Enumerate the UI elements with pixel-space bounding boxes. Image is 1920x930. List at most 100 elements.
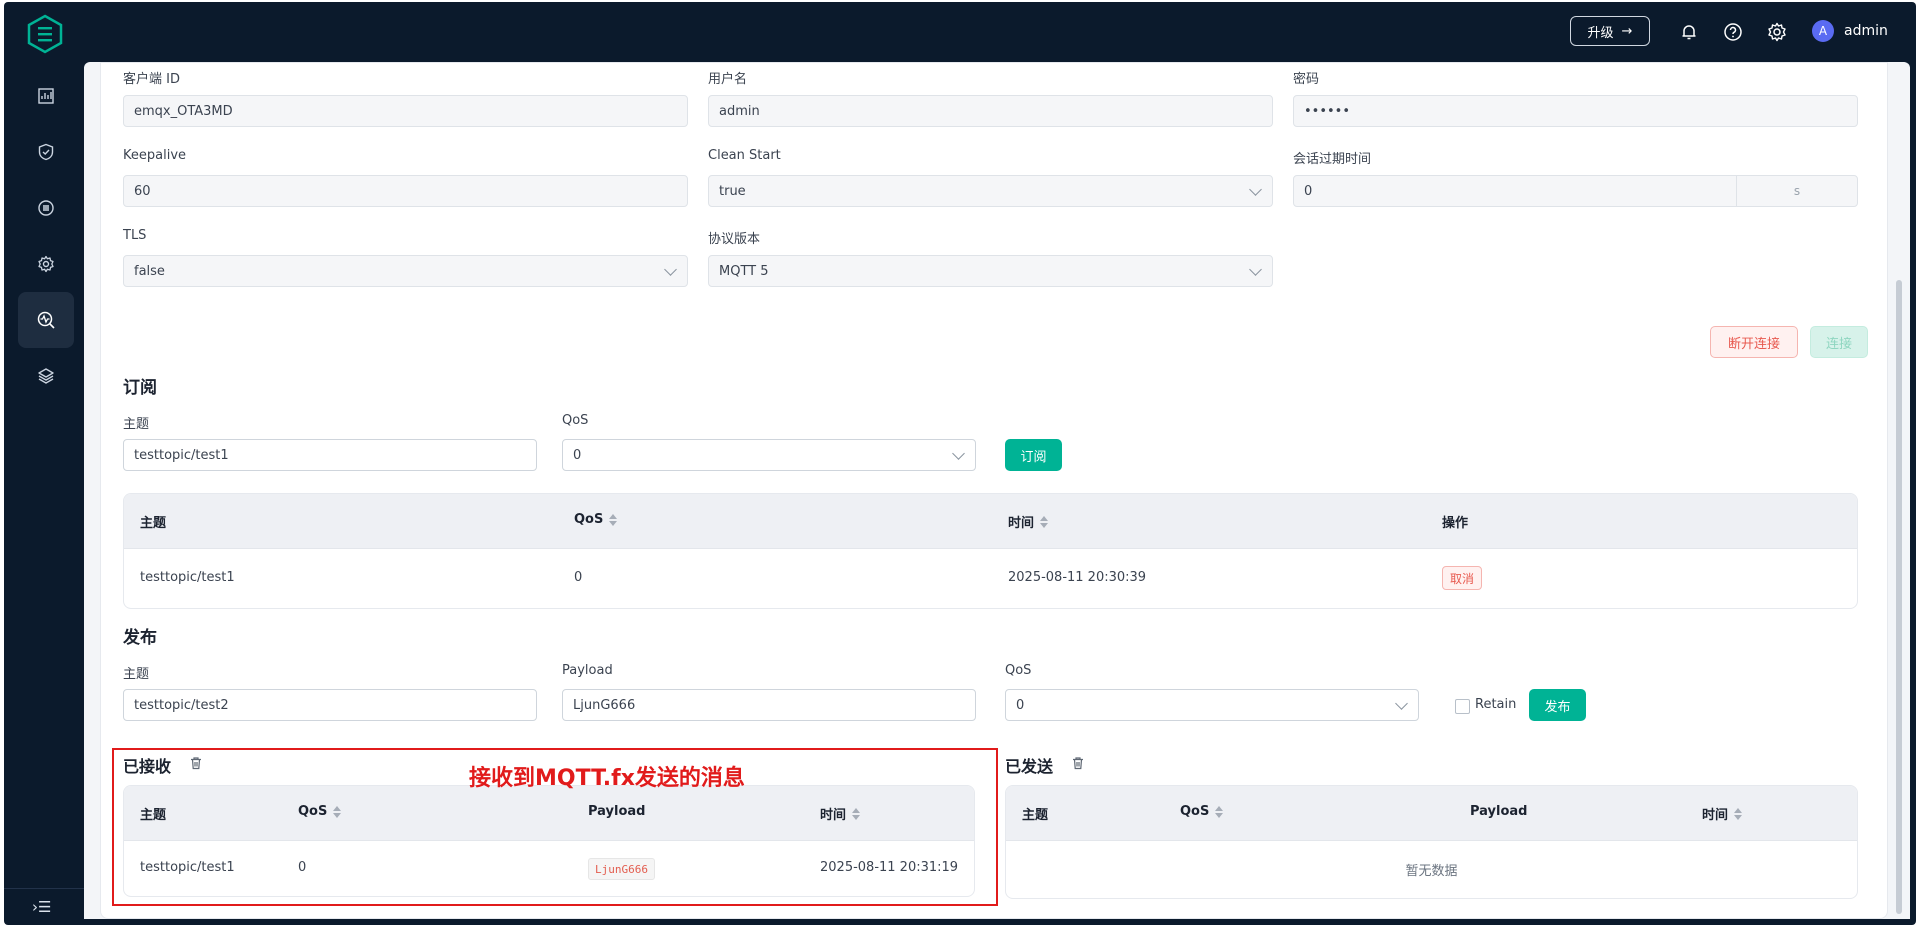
column-time[interactable]: 时间 bbox=[1702, 804, 1743, 823]
password-label: 密码 bbox=[1293, 72, 1320, 87]
subscribe-topic-input[interactable]: testtopic/test1 bbox=[123, 439, 537, 471]
bell-icon[interactable] bbox=[1678, 21, 1700, 43]
tls-select[interactable]: false bbox=[123, 255, 688, 287]
column-topic-label: 主题 bbox=[1022, 808, 1049, 823]
row-time: 2025-08-11 20:30:39 bbox=[1008, 570, 1147, 585]
payload-input[interactable]: LjunG666 bbox=[562, 689, 976, 721]
column-action-label: 操作 bbox=[1442, 516, 1469, 531]
publish-button[interactable]: 发布 bbox=[1529, 689, 1586, 721]
diagnose-icon bbox=[37, 311, 55, 329]
shield-check-icon bbox=[38, 143, 54, 161]
session-expiry-value: 0 bbox=[1304, 183, 1313, 199]
column-time[interactable]: 时间 bbox=[1008, 512, 1049, 531]
user-name: admin bbox=[1844, 23, 1888, 39]
column-payload-label: Payload bbox=[1470, 804, 1528, 819]
subscription-table: 主题 QoS 时间 操作 testtopic/test1 0 2025-08-1… bbox=[123, 493, 1858, 609]
column-qos[interactable]: QoS bbox=[1180, 804, 1224, 819]
chevron-down-icon bbox=[952, 447, 965, 460]
connect-button[interactable]: 连接 bbox=[1810, 326, 1868, 358]
row-topic: testtopic/test1 bbox=[140, 570, 235, 585]
gear-icon[interactable] bbox=[1766, 21, 1788, 43]
sidebar-divider bbox=[4, 888, 86, 889]
session-expiry-unit: s bbox=[1736, 176, 1857, 206]
chevron-down-icon bbox=[1249, 183, 1262, 196]
retain-checkbox[interactable] bbox=[1455, 699, 1470, 714]
client-id-label: 客户端 ID bbox=[123, 72, 180, 87]
collapse-sidebar-icon[interactable]: ›☰ bbox=[32, 898, 51, 916]
chevron-down-icon bbox=[664, 263, 677, 276]
publish-title: 发布 bbox=[123, 628, 157, 648]
help-icon[interactable] bbox=[1722, 21, 1744, 43]
sidebar-item-integration[interactable] bbox=[18, 180, 74, 236]
protocol-label: 协议版本 bbox=[708, 232, 761, 247]
payload-label: Payload bbox=[562, 663, 613, 678]
unsubscribe-button[interactable]: 取消 bbox=[1442, 566, 1483, 590]
column-topic-label: 主题 bbox=[140, 516, 167, 531]
column-time-label: 时间 bbox=[1008, 516, 1035, 531]
column-action: 操作 bbox=[1442, 512, 1468, 531]
session-expiry-field[interactable]: 0s bbox=[1293, 175, 1858, 207]
subscribe-qos-label: QoS bbox=[562, 413, 589, 428]
sidebar-item-extensions[interactable] bbox=[18, 348, 74, 404]
empty-state: 暂无数据 bbox=[1405, 864, 1458, 879]
sidebar-item-management[interactable] bbox=[18, 236, 74, 292]
clean-start-label: Clean Start bbox=[708, 148, 781, 163]
username-label: 用户名 bbox=[708, 72, 748, 87]
sent-table-header: 主题 QoS Payload 时间 bbox=[1006, 786, 1857, 841]
subscribe-qos-select[interactable]: 0 bbox=[562, 439, 976, 471]
app-window: 升级 → A admin ›☰ 客户端 ID emqx_OTA3MD 用户名 a… bbox=[4, 2, 1916, 925]
sort-icon[interactable] bbox=[609, 513, 618, 526]
keepalive-field[interactable]: 60 bbox=[123, 175, 688, 207]
user-menu[interactable]: A admin bbox=[1812, 20, 1888, 42]
username-field[interactable]: admin bbox=[708, 95, 1273, 127]
password-value: •••••• bbox=[1304, 103, 1351, 119]
sidebar-item-diagnose[interactable] bbox=[18, 292, 74, 348]
column-qos-label: QoS bbox=[574, 512, 604, 527]
publish-qos-value: 0 bbox=[1016, 697, 1025, 713]
subscribe-qos-value: 0 bbox=[573, 447, 582, 463]
client-id-field[interactable]: emqx_OTA3MD bbox=[123, 95, 688, 127]
column-qos[interactable]: QoS bbox=[574, 512, 618, 527]
trash-icon[interactable] bbox=[1071, 756, 1085, 770]
publish-topic-label: 主题 bbox=[123, 667, 150, 682]
gear-cog-icon bbox=[38, 255, 54, 273]
scrollbar[interactable] bbox=[1896, 280, 1902, 914]
publish-topic-value: testtopic/test2 bbox=[134, 697, 229, 713]
protocol-select[interactable]: MQTT 5 bbox=[708, 255, 1273, 287]
annotation-text: 接收到MQTT.fx发送的消息 bbox=[469, 766, 745, 791]
chevron-down-icon bbox=[1395, 697, 1408, 710]
password-field[interactable]: •••••• bbox=[1293, 95, 1858, 127]
payload-value: LjunG666 bbox=[573, 697, 636, 713]
chevron-down-icon bbox=[1249, 263, 1262, 276]
emqx-logo-icon[interactable] bbox=[26, 14, 64, 54]
upgrade-button[interactable]: 升级 → bbox=[1570, 16, 1650, 46]
publish-qos-select[interactable]: 0 bbox=[1005, 689, 1419, 721]
sort-icon[interactable] bbox=[1040, 515, 1049, 528]
subscribe-topic-label: 主题 bbox=[123, 417, 150, 432]
clean-start-select[interactable]: true bbox=[708, 175, 1273, 207]
protocol-value: MQTT 5 bbox=[719, 263, 769, 279]
sort-icon[interactable] bbox=[1734, 807, 1743, 820]
sent-table: 主题 QoS Payload 时间 暂无数据 bbox=[1005, 785, 1858, 899]
disconnect-button[interactable]: 断开连接 bbox=[1710, 326, 1798, 358]
session-expiry-label: 会话过期时间 bbox=[1293, 152, 1372, 167]
integration-icon bbox=[38, 200, 54, 216]
client-id-value: emqx_OTA3MD bbox=[134, 103, 233, 119]
publish-qos-label: QoS bbox=[1005, 663, 1032, 678]
publish-topic-input[interactable]: testtopic/test2 bbox=[123, 689, 537, 721]
sent-title: 已发送 bbox=[1005, 757, 1054, 776]
subscribe-topic-value: testtopic/test1 bbox=[134, 447, 229, 463]
subscribe-title: 订阅 bbox=[123, 378, 157, 398]
chart-icon bbox=[38, 88, 54, 104]
sidebar-item-dashboard[interactable] bbox=[18, 68, 74, 124]
sort-icon[interactable] bbox=[1215, 805, 1224, 818]
subscription-table-header: 主题 QoS 时间 操作 bbox=[124, 494, 1857, 549]
username-value: admin bbox=[719, 103, 760, 119]
sidebar-item-access-control[interactable] bbox=[18, 124, 74, 180]
arrow-right-icon: → bbox=[1621, 23, 1633, 39]
avatar: A bbox=[1812, 20, 1834, 42]
retain-label: Retain bbox=[1475, 697, 1517, 712]
tls-value: false bbox=[134, 263, 165, 279]
subscribe-button[interactable]: 订阅 bbox=[1005, 439, 1062, 471]
tls-label: TLS bbox=[123, 228, 147, 243]
